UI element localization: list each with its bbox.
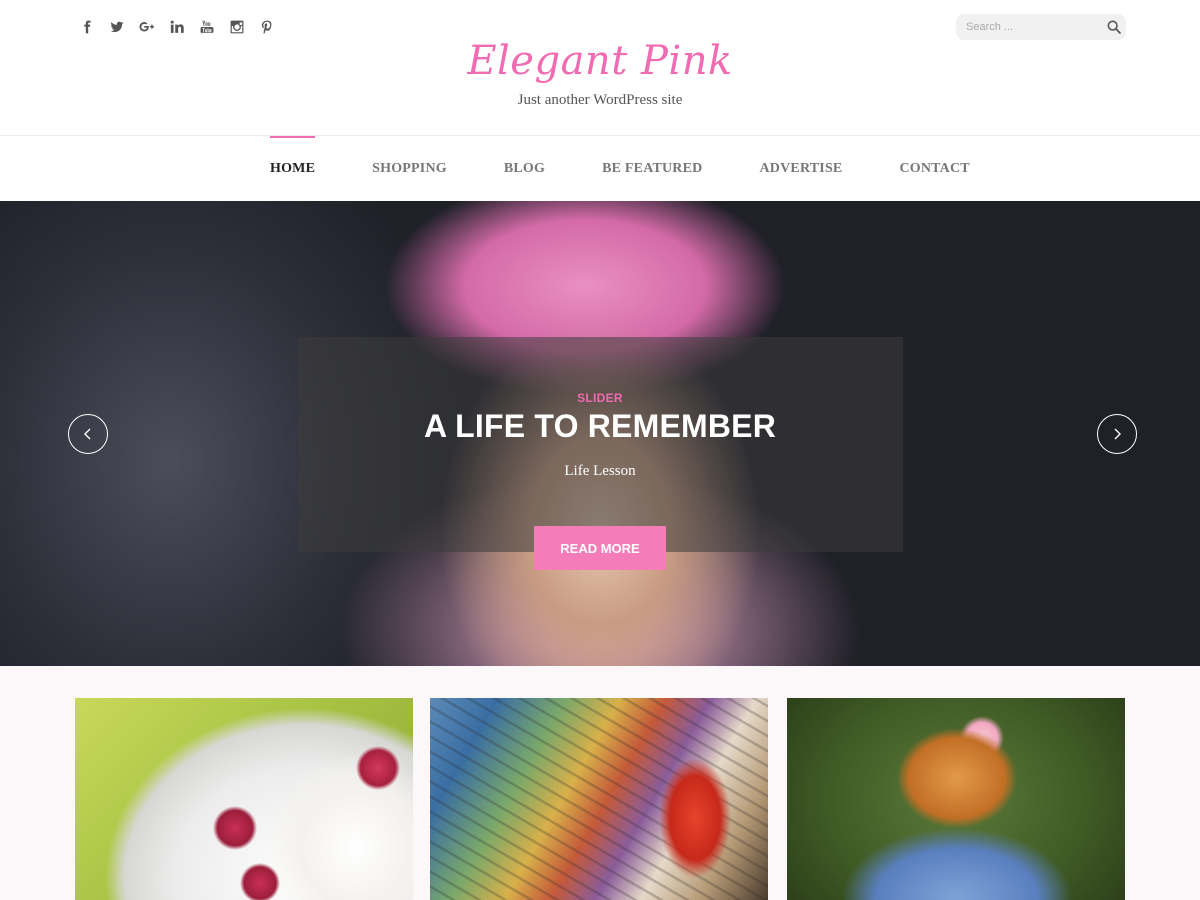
chevron-left-icon [84,428,91,440]
hero-slider: SLIDER A LIFE TO REMEMBER Life Lesson RE… [0,201,1200,666]
slide-subtitle: Life Lesson [564,463,636,479]
nav-item-shopping[interactable]: SHOPPING [372,136,447,201]
slide-title[interactable]: A LIFE TO REMEMBER [0,408,1200,445]
twitter-icon[interactable] [102,17,132,37]
nav-item-advertise[interactable]: ADVERTISE [759,136,842,201]
social-links [72,17,282,37]
search-icon[interactable] [1106,19,1122,35]
post-thumbnail-paints[interactable] [430,698,768,900]
pinterest-icon[interactable] [252,17,282,37]
site-title[interactable]: Elegant Pink [0,38,1200,84]
facebook-icon[interactable] [72,17,102,37]
search-input[interactable] [956,14,1096,40]
featured-posts [0,666,1200,900]
site-header: Elegant Pink Just another WordPress site [0,0,1200,136]
search-form [956,14,1126,40]
main-navigation: HOME SHOPPING BLOG BE FEATURED ADVERTISE… [0,136,1200,201]
site-tagline: Just another WordPress site [517,92,683,108]
chevron-right-icon [1114,428,1121,440]
instagram-icon[interactable] [222,17,252,37]
linkedin-icon[interactable] [162,17,192,37]
nav-menu: HOME SHOPPING BLOG BE FEATURED ADVERTISE… [270,136,1027,201]
nav-item-home[interactable]: HOME [270,136,316,201]
nav-item-blog[interactable]: BLOG [504,136,545,201]
nav-item-be-featured[interactable]: BE FEATURED [602,136,702,201]
slide-category[interactable]: SLIDER [0,391,1200,405]
nav-item-contact[interactable]: CONTACT [899,136,969,201]
post-thumbnail-teddy-bear[interactable] [787,698,1125,900]
read-more-button[interactable]: READ MORE [534,526,666,570]
slider-next-button[interactable] [1097,414,1137,454]
post-thumbnail-raspberries[interactable] [75,698,413,900]
youtube-icon[interactable] [192,17,222,37]
slider-prev-button[interactable] [68,414,108,454]
google-plus-icon[interactable] [132,17,162,37]
